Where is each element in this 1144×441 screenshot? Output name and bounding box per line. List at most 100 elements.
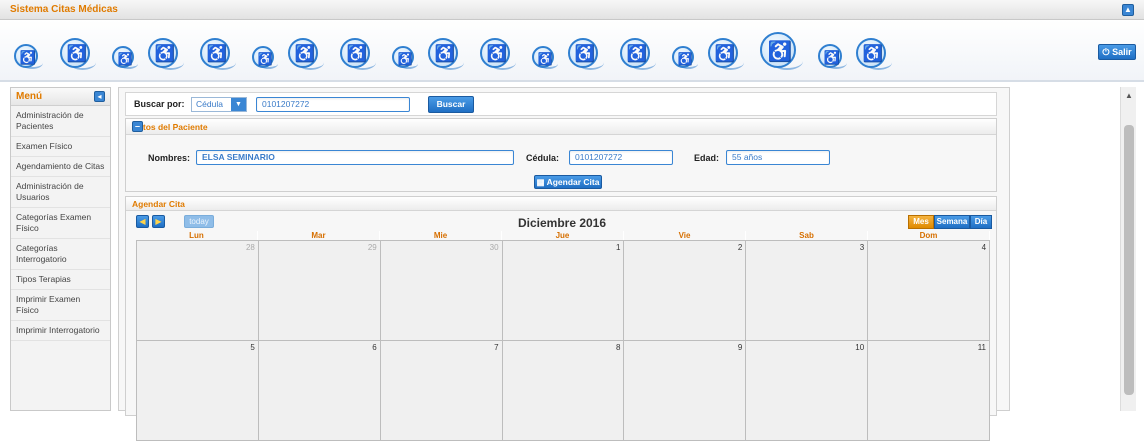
wheelchair-icon: ♿	[568, 38, 608, 70]
calendar-grid: Lun Mar Mie Jue Vie Sab Dom 28 29 30 1 2 3 4 5 6 7 8 9 10 1…	[136, 231, 991, 441]
patient-panel-header: Datos del Paciente –	[126, 119, 996, 135]
sidebar-item[interactable]: Imprimir Interrogatorio	[11, 321, 110, 341]
day-number: 2	[737, 243, 743, 252]
sidebar-item[interactable]: Tipos Terapias	[11, 270, 110, 290]
day-name: Vie	[624, 231, 746, 240]
sidebar-menu: Menú ◂ Administración de Pacientes Examen…	[10, 87, 111, 411]
day-number: 6	[372, 343, 377, 352]
scroll-up-icon[interactable]: ▲	[1125, 91, 1133, 100]
wheelchair-icon: ♿	[200, 38, 240, 70]
sidebar-item[interactable]: Agendamiento de Citas	[11, 157, 110, 177]
calendar-panel: Agendar Cita ◀ ▶ today Diciembre 2016 Me…	[125, 196, 997, 441]
view-button-day[interactable]: Día	[970, 215, 992, 229]
sidebar-item[interactable]: Categorías Examen Físico	[11, 208, 110, 239]
search-bar: Buscar por: Cédula ▼ 0101207272 Buscar	[125, 92, 997, 116]
search-input[interactable]: 0101207272	[256, 97, 410, 112]
day-number: 4	[981, 243, 987, 252]
age-value: 55 años	[732, 152, 763, 162]
calendar-day-cell[interactable]: 30	[380, 241, 503, 341]
wheelchair-icon: ♿	[112, 46, 144, 70]
wheelchair-icon: ♿	[818, 44, 852, 70]
wheelchair-icon: ♿	[480, 38, 520, 70]
day-number: 5	[250, 343, 255, 352]
chevron-down-icon[interactable]: ▼	[231, 98, 246, 111]
day-name: Dom	[868, 231, 990, 240]
name-field[interactable]: ELSA SEMINARIO	[196, 150, 514, 165]
wheelchair-icon: ♿	[252, 46, 284, 70]
wheelchair-icon: ♿	[672, 46, 704, 70]
calendar-day-cell[interactable]: 4	[868, 241, 991, 341]
calendar-title: Diciembre 2016	[517, 216, 607, 230]
calendar-day-cell[interactable]: 2	[624, 241, 747, 341]
calendar-panel-title: Agendar Cita	[132, 199, 185, 209]
calendar-day-cell[interactable]: 3	[746, 241, 869, 341]
id-label: Cédula:	[526, 153, 560, 163]
calendar-toolbar: ◀ ▶ today Diciembre 2016 Mes Semana Día	[134, 215, 994, 231]
wheelchair-icon: ♿	[620, 38, 660, 70]
app-title: Sistema Citas Médicas	[10, 4, 118, 15]
calendar-day-cell[interactable]: 8	[502, 341, 625, 441]
sidebar-item[interactable]: Imprimir Examen Físico	[11, 290, 110, 321]
window-title-bar: Sistema Citas Médicas ▲	[0, 0, 1144, 20]
day-name: Mar	[258, 231, 380, 240]
calendar-day-cell[interactable]: 5	[137, 341, 259, 441]
wheelchair-icon: ♿	[532, 46, 564, 70]
calendar-week-row: 5 6 7 8 9 10 11	[137, 341, 991, 441]
wheelchair-icon: ♿	[288, 38, 328, 70]
calendar-panel-header: Agendar Cita	[126, 197, 996, 211]
main-content: Buscar por: Cédula ▼ 0101207272 Buscar D…	[118, 87, 1010, 441]
chevron-left-icon[interactable]: ◂	[94, 91, 105, 102]
day-number: 30	[489, 243, 499, 252]
age-field[interactable]: 55 años	[726, 150, 830, 165]
sidebar-item[interactable]: Administración de Usuarios	[11, 177, 110, 208]
schedule-appointment-button[interactable]: ▦ Agendar Cita	[534, 175, 602, 189]
patient-panel: Datos del Paciente – Nombres: ELSA SEMIN…	[125, 118, 997, 192]
search-type-value: Cédula	[196, 99, 223, 109]
day-number: 28	[245, 243, 255, 252]
day-name: Jue	[502, 231, 624, 240]
search-button[interactable]: Buscar	[428, 96, 474, 113]
day-name: Sab	[746, 231, 868, 240]
calendar-day-cell[interactable]: 10	[746, 341, 869, 441]
power-icon: ⏻	[1102, 47, 1110, 57]
sidebar-item[interactable]: Categorías Interrogatorio	[11, 239, 110, 270]
minimize-icon[interactable]: –	[132, 121, 143, 132]
id-field[interactable]: 0101207272	[569, 150, 673, 165]
calendar-day-cell[interactable]: 6	[258, 341, 381, 441]
wheelchair-icon: ♿	[856, 38, 896, 70]
wheelchair-icon: ♿	[428, 38, 468, 70]
id-value: 0101207272	[575, 152, 623, 162]
patient-panel-title: Datos del Paciente	[132, 122, 208, 132]
vertical-scrollbar[interactable]: ▲	[1120, 87, 1136, 411]
logout-button[interactable]: ⏻ Salir	[1098, 44, 1136, 60]
calendar-day-cell[interactable]: 29	[258, 241, 381, 341]
calendar-icon: ▦	[536, 177, 545, 187]
age-label: Edad:	[694, 153, 720, 163]
scrollbar-thumb[interactable]	[1124, 125, 1134, 395]
wheelchair-icon: ♿	[148, 38, 188, 70]
wheelchair-icon: ♿	[340, 38, 380, 70]
view-button-week[interactable]: Semana	[934, 215, 970, 229]
day-number: 3	[859, 243, 865, 252]
calendar-day-cell[interactable]: 7	[380, 341, 503, 441]
sidebar-header: Menú ◂	[11, 88, 110, 106]
wheelchair-icon: ♿	[14, 44, 48, 70]
calendar-day-cell[interactable]: 11	[868, 341, 991, 441]
day-number: 7	[494, 343, 499, 352]
wheelchair-icon: ♿	[60, 38, 100, 70]
day-number: 1	[615, 243, 621, 252]
sidebar-item[interactable]: Administración de Pacientes	[11, 106, 110, 137]
search-type-select[interactable]: Cédula ▼	[191, 97, 247, 112]
calendar-day-cell[interactable]: 9	[624, 341, 747, 441]
calendar-day-cell[interactable]: 1	[502, 241, 625, 341]
view-button-month[interactable]: Mes	[908, 215, 934, 229]
sidebar-title: Menú	[16, 91, 43, 102]
day-number: 29	[367, 243, 377, 252]
day-number: 11	[977, 343, 987, 352]
day-number: 9	[737, 343, 743, 352]
day-number: 10	[855, 343, 865, 352]
day-number: 8	[615, 343, 621, 352]
sidebar-item[interactable]: Examen Físico	[11, 137, 110, 157]
calendar-day-cell[interactable]: 28	[137, 241, 259, 341]
chevron-up-icon[interactable]: ▲	[1122, 4, 1134, 16]
